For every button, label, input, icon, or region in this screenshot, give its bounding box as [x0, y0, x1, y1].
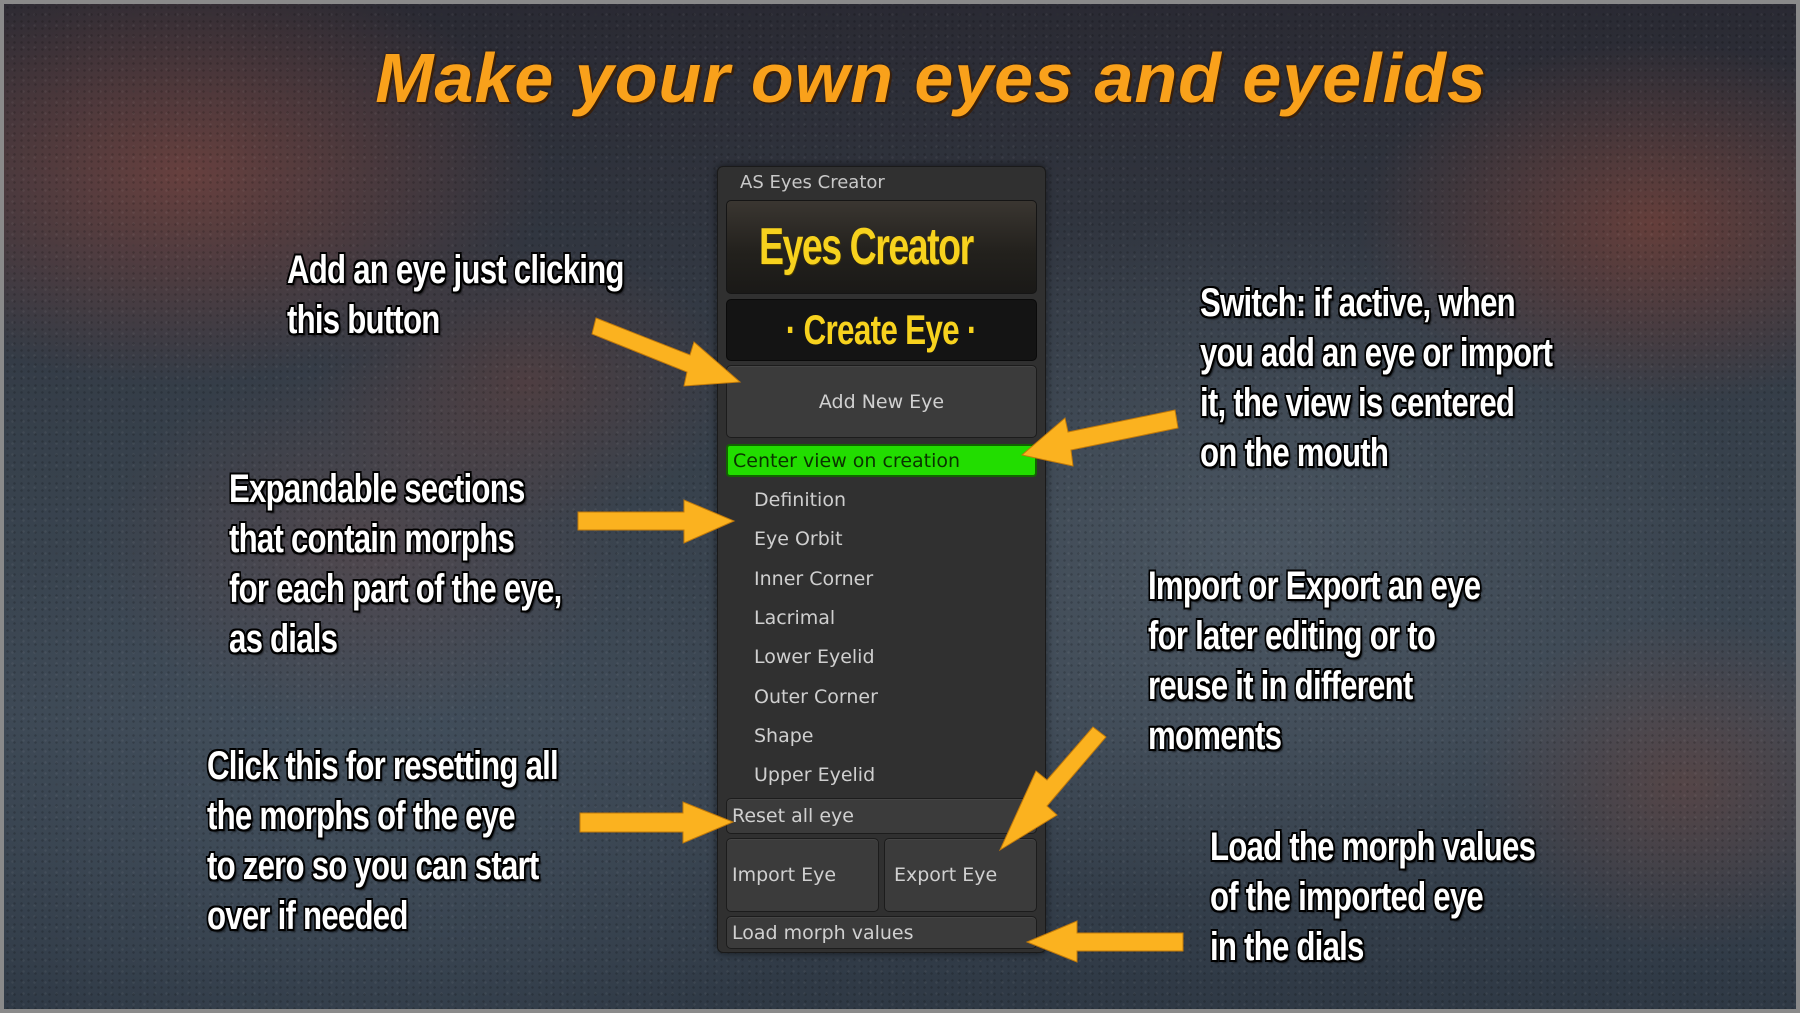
callout-line: in the dials — [1210, 925, 1364, 969]
section-lacrimal[interactable]: Lacrimal — [754, 606, 835, 630]
callout-line: you add an eye or import — [1200, 331, 1553, 375]
callout-line: as dials — [229, 617, 338, 661]
callout-line: for each part of the eye, — [229, 567, 562, 611]
load-morph-values-button[interactable]: Load morph values — [726, 916, 1037, 949]
callout-line: Load the morph values — [1210, 825, 1536, 869]
import-eye-button[interactable]: Import Eye — [726, 838, 879, 912]
eyes-creator-panel: AS Eyes Creator Eyes Creator · Create Ey… — [717, 166, 1046, 953]
callout-line: this button — [287, 298, 440, 342]
add-new-eye-button[interactable]: Add New Eye — [726, 365, 1037, 438]
callout-line: Import or Export an eye — [1148, 564, 1481, 608]
section-lower-eyelid[interactable]: Lower Eyelid — [754, 645, 875, 669]
callout-line: reuse it in different — [1148, 664, 1413, 708]
callout-line: Switch: if active, when — [1200, 281, 1516, 325]
callout-line: moments — [1148, 714, 1282, 758]
callout-line: of the imported eye — [1210, 875, 1484, 919]
section-outer-corner[interactable]: Outer Corner — [754, 685, 878, 709]
callout-load: Load the morph values of the imported ey… — [1210, 822, 1536, 972]
logo-text: Eyes Creator — [759, 218, 974, 276]
section-shape[interactable]: Shape — [754, 724, 814, 748]
callout-line: over if needed — [207, 894, 408, 938]
callout-reset: Click this for resetting all the morphs … — [207, 741, 559, 941]
section-eye-orbit[interactable]: Eye Orbit — [754, 527, 843, 551]
callout-line: Add an eye just clicking — [287, 248, 624, 292]
create-eye-label: · Create Eye · — [786, 306, 978, 353]
export-eye-button[interactable]: Export Eye — [884, 838, 1037, 912]
callout-switch: Switch: if active, when you add an eye o… — [1200, 278, 1553, 478]
panel-title: AS Eyes Creator — [740, 172, 885, 193]
callout-line: to zero so you can start — [207, 844, 539, 888]
callout-line: Click this for resetting all — [207, 744, 559, 788]
section-upper-eyelid[interactable]: Upper Eyelid — [754, 763, 875, 787]
callout-line: that contain morphs — [229, 517, 515, 561]
create-eye-header[interactable]: · Create Eye · — [726, 299, 1037, 361]
callout-line: on the mouth — [1200, 431, 1389, 475]
callout-line: for later editing or to — [1148, 614, 1436, 658]
callout-sections: Expandable sections that contain morphs … — [229, 464, 562, 664]
center-view-toggle[interactable]: Center view on creation — [726, 444, 1037, 477]
reset-all-eye-button[interactable]: Reset all eye — [726, 798, 1037, 834]
callout-line: Expandable sections — [229, 467, 525, 511]
callout-add-eye: Add an eye just clicking this button — [287, 245, 624, 345]
page-title: Make your own eyes and eyelids — [375, 39, 1487, 117]
section-inner-corner[interactable]: Inner Corner — [754, 567, 873, 591]
callout-import-export: Import or Export an eye for later editin… — [1148, 561, 1481, 761]
logo-banner: Eyes Creator — [726, 200, 1037, 294]
callout-line: the morphs of the eye — [207, 794, 516, 838]
section-definition[interactable]: Definition — [754, 488, 846, 512]
callout-line: it, the view is centered — [1200, 381, 1515, 425]
